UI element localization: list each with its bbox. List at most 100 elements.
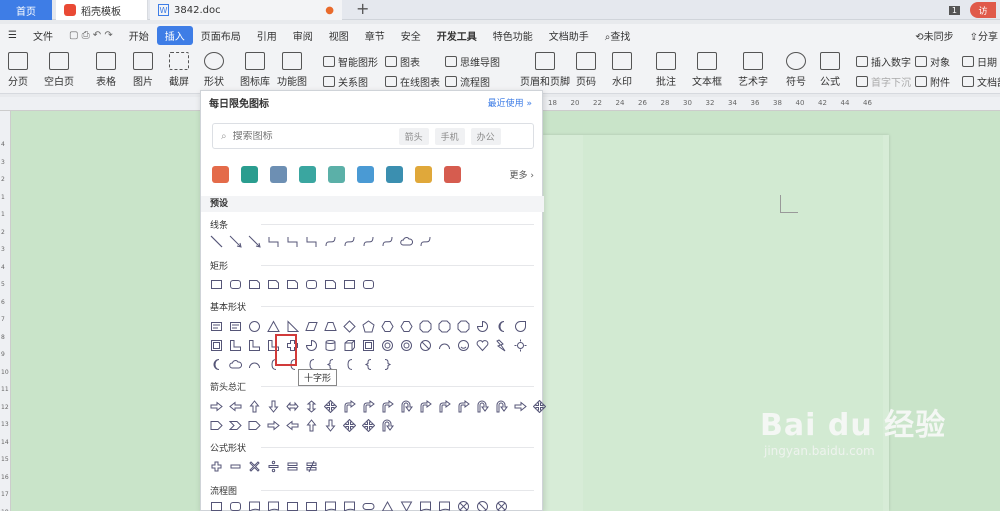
arc-shape-icon[interactable]	[437, 338, 451, 352]
minus-shape-icon[interactable]	[228, 459, 242, 473]
object-button[interactable]: 对象	[915, 54, 950, 69]
chip-arrow[interactable]: 箭头	[398, 127, 429, 145]
rrect-shape-icon[interactable]	[228, 277, 242, 291]
signpost-icon[interactable]	[270, 165, 287, 183]
tri-shape-icon[interactable]	[266, 319, 280, 333]
doc-shape-icon[interactable]	[323, 499, 337, 511]
octa-shape-icon[interactable]	[437, 319, 451, 333]
arrowline-shape-icon[interactable]	[228, 234, 242, 248]
arrowL-shape-icon[interactable]	[285, 418, 299, 432]
hexa-shape-icon[interactable]	[380, 319, 394, 333]
mindmap-button[interactable]: 思维导图	[445, 54, 500, 69]
menu-security[interactable]: 安全	[393, 28, 429, 43]
quad-shape-icon[interactable]	[342, 418, 356, 432]
menu-references[interactable]: 引用	[249, 28, 285, 43]
brace-shape-icon[interactable]	[361, 357, 375, 371]
arrowU-shape-icon[interactable]	[304, 418, 318, 432]
donut-shape-icon[interactable]	[399, 338, 413, 352]
nosymbol-shape-icon[interactable]	[475, 499, 489, 511]
arrowR-shape-icon[interactable]	[266, 418, 280, 432]
hexa-shape-icon[interactable]	[399, 319, 413, 333]
header-footer-button[interactable]: 页眉和页脚	[520, 52, 570, 88]
arc-shape-icon[interactable]	[247, 357, 261, 371]
plus-shape-icon[interactable]	[209, 459, 223, 473]
more-icons-link[interactable]: 更多 ›	[510, 168, 535, 181]
times-shape-icon[interactable]	[247, 459, 261, 473]
textbox-shape-icon[interactable]	[228, 319, 242, 333]
smile-shape-icon[interactable]	[456, 338, 470, 352]
relation-chart-button[interactable]: 关系图	[323, 74, 368, 89]
wordart-button[interactable]: 艺术字	[738, 52, 768, 88]
icon-library-button[interactable]: 图标库	[240, 52, 270, 88]
heart-shape-icon[interactable]	[475, 338, 489, 352]
rrect-shape-icon[interactable]	[361, 277, 375, 291]
arrowUD-shape-icon[interactable]	[304, 399, 318, 413]
snip-shape-icon[interactable]	[247, 277, 261, 291]
octa-shape-icon[interactable]	[418, 319, 432, 333]
arrowD-shape-icon[interactable]	[266, 399, 280, 413]
recent-used-link[interactable]: 最近使用 »	[488, 96, 532, 109]
page-number-button[interactable]: 页码	[576, 52, 596, 88]
elbow-shape-icon[interactable]	[285, 234, 299, 248]
quad-shape-icon[interactable]	[323, 399, 337, 413]
menu-home[interactable]: 开始	[121, 28, 157, 43]
uturn-shape-icon[interactable]	[494, 399, 508, 413]
menu-sync[interactable]: ⟲未同步	[907, 28, 961, 43]
moon-shape-icon[interactable]	[494, 319, 508, 333]
pentArrow-shape-icon[interactable]	[209, 418, 223, 432]
menu-review[interactable]: 审阅	[285, 28, 321, 43]
molecule-icon[interactable]	[328, 165, 345, 183]
uturn-shape-icon[interactable]	[475, 399, 489, 413]
arrowU-shape-icon[interactable]	[247, 399, 261, 413]
user-group-icon[interactable]	[415, 165, 432, 183]
pie-shape-icon[interactable]	[304, 338, 318, 352]
lshape-shape-icon[interactable]	[228, 338, 242, 352]
new-tab-button[interactable]: +	[356, 0, 369, 18]
curve-shape-icon[interactable]	[342, 234, 356, 248]
icon-search-input[interactable]	[232, 130, 393, 142]
tab-template[interactable]: 稻壳模板	[56, 0, 148, 20]
chart-button[interactable]: 图表	[385, 54, 420, 69]
chip-office[interactable]: 办公	[470, 127, 501, 145]
menu-assistant[interactable]: 文档助手	[541, 28, 597, 43]
cube-shape-icon[interactable]	[342, 338, 356, 352]
insert-number-button[interactable]: 插入数字	[856, 54, 911, 69]
elbow-shape-icon[interactable]	[266, 234, 280, 248]
divide-shape-icon[interactable]	[266, 459, 280, 473]
bolt-shape-icon[interactable]	[494, 338, 508, 352]
person-icon[interactable]	[212, 165, 229, 183]
menu-hamburger-icon[interactable]: ☰	[0, 30, 25, 41]
rtri-shape-icon[interactable]	[285, 319, 299, 333]
bent-shape-icon[interactable]	[361, 399, 375, 413]
ext-shape-icon[interactable]	[380, 499, 394, 511]
attachment-button[interactable]: 附件	[915, 74, 950, 89]
screenshot-button[interactable]: 截屏	[169, 52, 189, 88]
tab-document[interactable]: W 3842.doc ●	[150, 0, 342, 20]
notequal-shape-icon[interactable]	[304, 459, 318, 473]
rect-shape-icon[interactable]	[209, 499, 223, 511]
menu-section[interactable]: 章节	[357, 28, 393, 43]
merge-shape-icon[interactable]	[399, 499, 413, 511]
menu-features[interactable]: 特色功能	[485, 28, 541, 43]
formula-button[interactable]: 公式	[820, 52, 840, 88]
arrowR-shape-icon[interactable]	[513, 399, 527, 413]
quad-shape-icon[interactable]	[361, 418, 375, 432]
rect-shape-icon[interactable]	[209, 277, 223, 291]
presentation-icon[interactable]	[357, 165, 374, 183]
picture-button[interactable]: 图片	[133, 52, 153, 88]
online-chart-button[interactable]: 在线图表	[385, 74, 440, 89]
arrowline-shape-icon[interactable]	[247, 234, 261, 248]
menu-insert[interactable]: 插入	[156, 25, 193, 45]
tear-shape-icon[interactable]	[513, 319, 527, 333]
quad-shape-icon[interactable]	[532, 399, 546, 413]
doc-parts-button[interactable]: 文档部件	[962, 74, 1000, 89]
symbol-button[interactable]: 符号	[786, 52, 806, 88]
arrowD-shape-icon[interactable]	[323, 418, 337, 432]
donut-shape-icon[interactable]	[380, 338, 394, 352]
equal-shape-icon[interactable]	[285, 459, 299, 473]
circle-shape-icon[interactable]	[247, 319, 261, 333]
curve-shape-icon[interactable]	[323, 234, 337, 248]
watermark-button[interactable]: 水印	[612, 52, 632, 88]
rbrace-shape-icon[interactable]	[380, 357, 394, 371]
rect-shape-icon[interactable]	[304, 499, 318, 511]
